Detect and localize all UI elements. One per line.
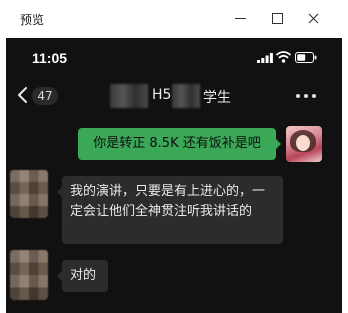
back-icon[interactable] [16, 86, 30, 104]
status-time: 11:05 [32, 50, 68, 66]
battery-icon [295, 52, 317, 63]
preview-window: 预览 11:05 47 H5 学生 你是转正 8.5K 还有饭补是吧 我的演讲，… [0, 0, 348, 313]
unread-count-badge[interactable]: 47 [32, 87, 58, 105]
window-titlebar: 预览 [0, 0, 348, 38]
avatar-face [296, 135, 310, 151]
dot [312, 94, 316, 98]
more-options-icon[interactable] [296, 89, 316, 103]
wifi-icon [276, 51, 291, 63]
chat-title-part-a: H5 [152, 87, 172, 103]
minimize-icon [234, 17, 246, 19]
close-icon [308, 13, 318, 23]
redacted-name-block [172, 84, 200, 108]
chat-title-part-b: 学生 [203, 90, 231, 106]
dot [296, 94, 300, 98]
contact-message-bubble[interactable]: 我的演讲，只要是有上进心的，一定会让他们全神贯注听我讲话的 [62, 176, 283, 244]
minimize-button[interactable] [228, 8, 252, 28]
my-message-bubble[interactable]: 你是转正 8.5K 还有饭补是吧 [78, 128, 276, 160]
contact-avatar[interactable] [10, 250, 48, 300]
signal-icon [257, 53, 273, 63]
window-title: 预览 [20, 13, 45, 27]
dot [304, 94, 308, 98]
status-bar: 11:05 [6, 38, 342, 78]
maximize-icon [271, 12, 283, 24]
maximize-button[interactable] [265, 8, 289, 28]
chat-nav-bar: 47 H5 学生 [6, 78, 342, 114]
close-button[interactable] [301, 8, 325, 28]
bubble-tail [276, 139, 281, 149]
redacted-name-block [110, 84, 148, 108]
contact-avatar[interactable] [10, 170, 48, 218]
phone-screen: 11:05 47 H5 学生 你是转正 8.5K 还有饭补是吧 我的演讲，只要是… [6, 38, 342, 313]
my-avatar[interactable] [286, 126, 322, 162]
contact-message-bubble[interactable]: 对的 [62, 260, 108, 292]
